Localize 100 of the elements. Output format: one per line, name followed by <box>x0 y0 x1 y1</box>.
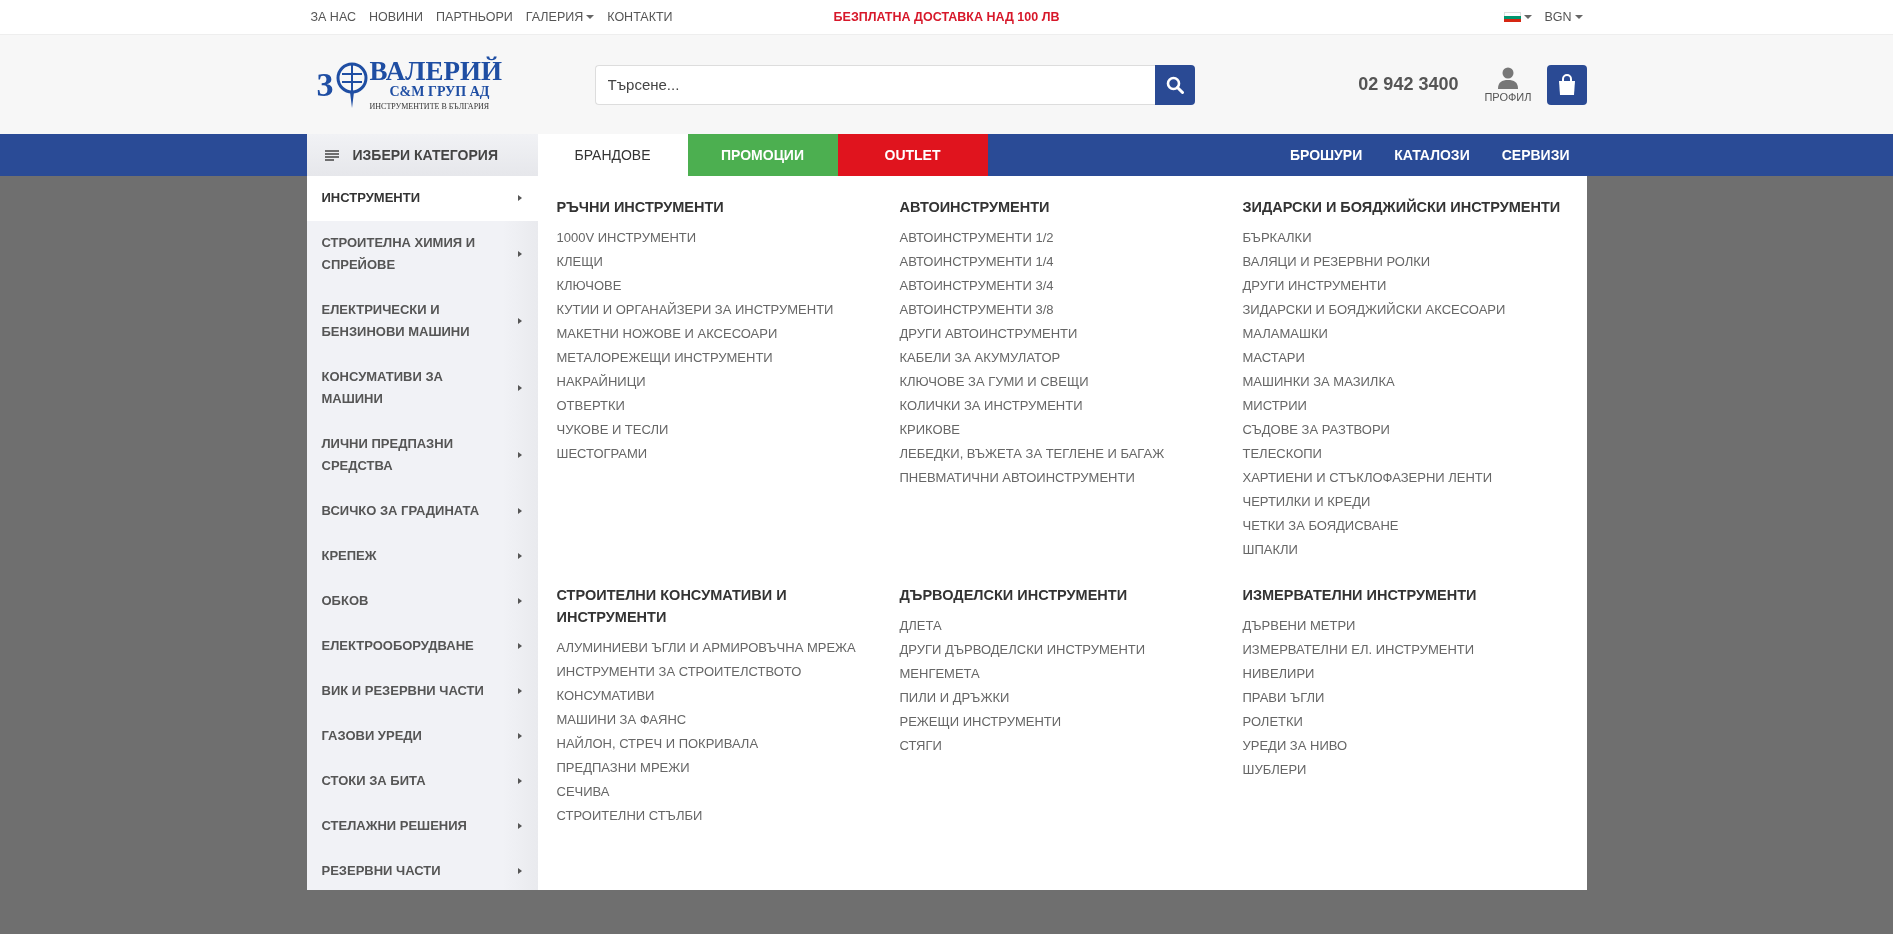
category-item[interactable]: ЕЛЕКТРООБОРУДВАНЕ <box>306 624 538 669</box>
subcategory-link[interactable]: ПРЕДПАЗНИ МРЕЖИ <box>556 756 900 780</box>
search-field[interactable]: Търсене... <box>594 64 1155 105</box>
group-heading[interactable]: ЗИДАРСКИ И БОЯДЖИЙСКИ ИНСТРУМЕНТИ <box>1242 196 1586 218</box>
subcategory-link[interactable]: АВТОИНСТРУМЕНТИ 1/4 <box>899 250 1243 274</box>
search-button[interactable] <box>1154 64 1195 105</box>
category-item[interactable]: РЕЗЕРВНИ ЧАСТИ <box>306 849 538 894</box>
subcategory-link[interactable]: КОНСУМАТИВИ <box>556 684 900 708</box>
subcategory-link[interactable]: СЕЧИВА <box>556 780 900 804</box>
top-link[interactable]: НОВИНИ <box>369 10 424 24</box>
category-menu-button[interactable]: ИЗБЕРИ КАТЕГОРИЯ <box>306 134 538 176</box>
caret-icon <box>586 15 595 19</box>
subcategory-link[interactable]: КЛЮЧОВЕ ЗА ГУМИ И СВЕЩИ <box>899 370 1243 394</box>
subcategory-link[interactable]: УРЕДИ ЗА НИВО <box>1242 734 1586 758</box>
subcategory-link[interactable]: 1000V ИНСТРУМЕНТИ <box>556 226 900 250</box>
category-item[interactable]: КРЕПЕЖ <box>306 534 538 579</box>
nav-link[interactable]: КАТАЛОЗИ <box>1394 147 1470 163</box>
currency-selector[interactable]: BGN <box>1544 10 1583 24</box>
subcategory-link[interactable]: ХАРТИЕНИ И СТЪКЛОФАЗЕРНИ ЛЕНТИ <box>1242 466 1586 490</box>
company-logo[interactable]: 3 ВАЛЕРИЙ С&М ГРУП АД ИНСТРУМЕНТИТЕ В БЪЛГАРИЯ <box>316 57 595 112</box>
subcategory-link[interactable]: ШУБЛЕРИ <box>1242 758 1586 782</box>
group-heading[interactable]: РЪЧНИ ИНСТРУМЕНТИ <box>556 196 857 218</box>
subcategory-link[interactable]: ШЕСТОГРАМИ <box>556 442 900 466</box>
subcategory-link[interactable]: ТЕЛЕСКОПИ <box>1242 442 1586 466</box>
top-link[interactable]: КОНТАКТИ <box>607 10 673 24</box>
subcategory-link[interactable]: МАЛАМАШКИ <box>1242 322 1586 346</box>
language-selector[interactable] <box>1504 11 1533 23</box>
subcategory-link[interactable]: ОТВЕРТКИ <box>556 394 900 418</box>
subcategory-link[interactable]: КЛЕЩИ <box>556 250 900 274</box>
subcategory-link[interactable]: ДРУГИ ДЪРВОДЕЛСКИ ИНСТРУМЕНТИ <box>899 638 1243 662</box>
subcategory-link[interactable]: МЕТАЛОРЕЖЕЩИ ИНСТРУМЕНТИ <box>556 346 900 370</box>
top-link[interactable]: ГАЛЕРИЯ <box>525 10 595 24</box>
subcategory-link[interactable]: РОЛЕТКИ <box>1242 710 1586 734</box>
subcategory-link[interactable]: КАБЕЛИ ЗА АКУМУЛАТОР <box>899 346 1243 370</box>
category-item[interactable]: ВИК И РЕЗЕРВНИ ЧАСТИ <box>306 669 538 714</box>
subcategory-link[interactable]: МИСТРИИ <box>1242 394 1586 418</box>
top-link[interactable]: ПАРТНЬОРИ <box>436 10 513 24</box>
subcategory-link[interactable]: НАКРАЙНИЦИ <box>556 370 900 394</box>
category-item[interactable]: ОБКОВ <box>306 579 538 624</box>
category-item[interactable]: СТЕЛАЖНИ РЕШЕНИЯ <box>306 804 538 849</box>
subcategory-link[interactable]: МАШИНКИ ЗА МАЗИЛКА <box>1242 370 1586 394</box>
category-item[interactable]: КОНСУМАТИВИ ЗА МАШИНИ <box>306 355 538 422</box>
caret-icon <box>517 385 522 391</box>
category-item[interactable]: ЛИЧНИ ПРЕДПАЗНИ СРЕДСТВА <box>306 422 538 489</box>
category-item[interactable]: ГАЗОВИ УРЕДИ <box>306 714 538 759</box>
subcategory-link[interactable]: МАСТАРИ <box>1242 346 1586 370</box>
group-heading[interactable]: ИЗМЕРВАТЕЛНИ ИНСТРУМЕНТИ <box>1242 584 1586 606</box>
subcategory-link[interactable]: ДРУГИ АВТОИНСТРУМЕНТИ <box>899 322 1243 346</box>
group-heading[interactable]: СТРОИТЕЛНИ КОНСУМАТИВИ И ИНСТРУМЕНТИ <box>556 584 857 628</box>
category-item[interactable]: ВСИЧКО ЗА ГРАДИНАТА <box>306 489 538 534</box>
phone-number[interactable]: 02 942 3400 <box>1358 74 1459 95</box>
subcategory-link[interactable]: МЕНГЕМЕТА <box>899 662 1243 686</box>
subcategory-link[interactable]: СТРОИТЕЛНИ СТЪЛБИ <box>556 804 900 828</box>
nav-link[interactable]: СЕРВИЗИ <box>1501 147 1570 163</box>
subcategory-link[interactable]: МАШИНИ ЗА ФАЯНС <box>556 708 900 732</box>
top-link[interactable]: ЗА НАС <box>310 10 356 24</box>
subcategory-link[interactable]: ПРАВИ ЪГЛИ <box>1242 686 1586 710</box>
subcategory-link[interactable]: ПИЛИ И ДРЪЖКИ <box>899 686 1243 710</box>
subcategory-link[interactable]: СЪДОВЕ ЗА РАЗТВОРИ <box>1242 418 1586 442</box>
subcategory-link[interactable]: ЧЕРТИЛКИ И КРЕДИ <box>1242 490 1586 514</box>
subcategory-link[interactable]: КОЛИЧКИ ЗА ИНСТРУМЕНТИ <box>899 394 1243 418</box>
subcategory-link[interactable]: КУТИИ И ОРГАНАЙЗЕРИ ЗА ИНСТРУМЕНТИ <box>556 298 900 322</box>
group-heading[interactable]: АВТОИНСТРУМЕНТИ <box>899 196 1243 218</box>
subcategory-link[interactable]: НАЙЛОН, СТРЕЧ И ПОКРИВАЛА <box>556 732 900 756</box>
subcategory-link[interactable]: ВАЛЯЦИ И РЕЗЕРВНИ РОЛКИ <box>1242 250 1586 274</box>
subcategory-link[interactable]: АВТОИНСТРУМЕНТИ 3/4 <box>899 274 1243 298</box>
search-icon <box>1165 75 1184 94</box>
nav-tab[interactable]: БРАНДОВЕ <box>537 134 688 176</box>
subcategory-link[interactable]: АВТОИНСТРУМЕНТИ 1/2 <box>899 226 1243 250</box>
subcategory-link[interactable]: АЛУМИНИЕВИ ЪГЛИ И АРМИРОВЪЧНА МРЕЖА <box>556 636 900 660</box>
subcategory-link[interactable]: ДРУГИ ИНСТРУМЕНТИ <box>1242 274 1586 298</box>
subcategory-link[interactable]: ЛЕБЕДКИ, ВЪЖЕТА ЗА ТЕГЛЕНЕ И БАГАЖ <box>899 442 1243 466</box>
subcategory-link[interactable]: ЧЕТКИ ЗА БОЯДИСВАНЕ <box>1242 514 1586 538</box>
caret-icon <box>517 508 522 514</box>
subcategory-link[interactable]: ПНЕВМАТИЧНИ АВТОИНСТРУМЕНТИ <box>899 466 1243 490</box>
subcategory-link[interactable]: АВТОИНСТРУМЕНТИ 3/8 <box>899 298 1243 322</box>
subcategory-link[interactable]: МАКЕТНИ НОЖОВЕ И АКСЕСОАРИ <box>556 322 900 346</box>
nav-tab[interactable]: OUTLET <box>837 134 988 176</box>
category-item[interactable]: СТОКИ ЗА БИТА <box>306 759 538 804</box>
subcategory-link[interactable]: ШПАКЛИ <box>1242 538 1586 562</box>
subcategory-link[interactable]: РЕЖЕЩИ ИНСТРУМЕНТИ <box>899 710 1243 734</box>
subcategory-link[interactable]: СТЯГИ <box>899 734 1243 758</box>
subcategory-link[interactable]: БЪРКАЛКИ <box>1242 226 1586 250</box>
subcategory-link[interactable]: КРИКОВЕ <box>899 418 1243 442</box>
subcategory-link[interactable]: ДЪРВЕНИ МЕТРИ <box>1242 614 1586 638</box>
category-item[interactable]: СТРОИТЕЛНА ХИМИЯ И СПРЕЙОВЕ <box>306 221 538 288</box>
subcategory-link[interactable]: КЛЮЧОВЕ <box>556 274 900 298</box>
category-item[interactable]: ИНСТРУМЕНТИ <box>306 176 538 221</box>
group-heading[interactable]: ДЪРВОДЕЛСКИ ИНСТРУМЕНТИ <box>899 584 1243 606</box>
subcategory-link[interactable]: ДЛЕТА <box>899 614 1243 638</box>
cart-button[interactable] <box>1546 64 1587 105</box>
subcategory-link[interactable]: ИЗМЕРВАТЕЛНИ ЕЛ. ИНСТРУМЕНТИ <box>1242 638 1586 662</box>
subcategory-link[interactable]: ЧУКОВЕ И ТЕСЛИ <box>556 418 900 442</box>
profile-link[interactable]: ПРОФИЛ <box>1484 66 1532 103</box>
subcategory-link[interactable]: ИНСТРУМЕНТИ ЗА СТРОИТЕЛСТВОТО <box>556 660 900 684</box>
caret-icon <box>517 553 522 559</box>
subcategory-link[interactable]: ЗИДАРСКИ И БОЯДЖИЙСКИ АКСЕСОАРИ <box>1242 298 1586 322</box>
category-item[interactable]: ЕЛЕКТРИЧЕСКИ И БЕНЗИНОВИ МАШИНИ <box>306 288 538 355</box>
subcategory-link[interactable]: НИВЕЛИРИ <box>1242 662 1586 686</box>
nav-link[interactable]: БРОШУРИ <box>1289 147 1363 163</box>
